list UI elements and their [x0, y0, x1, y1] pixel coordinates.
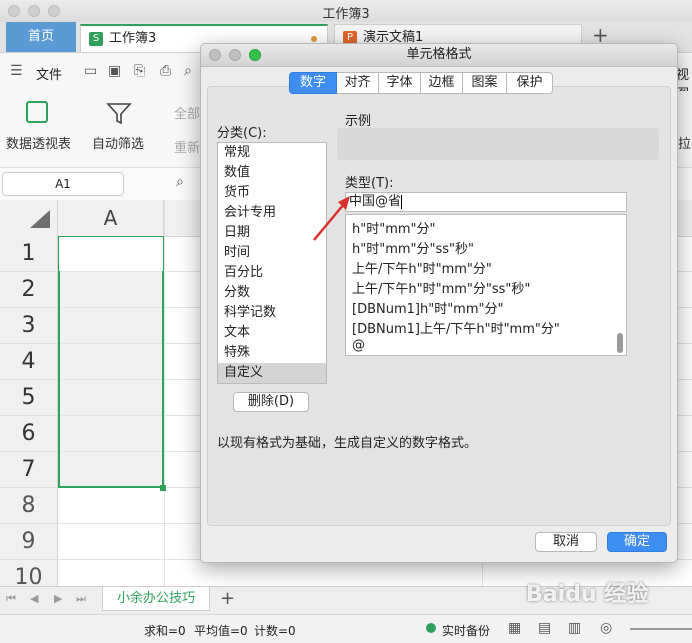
last-sheet-icon[interactable]: ⏭ [76, 592, 86, 606]
dialog-title: 单元格格式 [201, 44, 677, 67]
category-item[interactable]: 文本 [218, 323, 326, 343]
show-all-button[interactable]: 全部 [174, 103, 200, 122]
row-header[interactable]: 6 [0, 416, 58, 452]
dialog-close-icon[interactable] [209, 49, 221, 61]
dialog-tab[interactable]: 数字 [289, 72, 337, 94]
category-item[interactable]: 科学记数 [218, 303, 326, 323]
window-titlebar: 工作簿3 [0, 0, 692, 23]
type-label: 类型(T): [345, 176, 394, 191]
row-header[interactable]: 8 [0, 488, 58, 524]
type-list-scrollbar[interactable] [617, 333, 623, 353]
category-item[interactable]: 特殊 [218, 343, 326, 363]
format-cells-dialog: 单元格格式 数字 对齐 字体 边框 图案 保护 分类(C): 常规 数值 货币 会计专用 日期 时间… [200, 43, 678, 563]
sample-preview [337, 128, 659, 160]
export-icon[interactable]: ⎘ [134, 63, 145, 79]
unsaved-dot-icon [311, 36, 317, 42]
row-header[interactable]: 1 [0, 236, 58, 272]
normal-view-icon[interactable]: ▦ [508, 620, 521, 636]
status-bar: 求和=0 平均值=0 计数=0 实时备份 ▦ ▤ ▥ ◎ [0, 614, 692, 643]
hamburger-menu-icon[interactable]: ☰ [10, 63, 23, 79]
sheet-tab[interactable]: 小余办公技巧 [102, 587, 210, 611]
tab-workbook-label: 工作簿3 [109, 31, 157, 46]
preview-icon[interactable]: ⌕ [184, 63, 192, 79]
zoom-icon[interactable]: ⌕ [176, 174, 184, 190]
backup-status-icon [426, 623, 436, 633]
page-layout-icon[interactable]: ▤ [538, 620, 551, 636]
type-list-item[interactable]: [DBNum1]上午/下午h"时"mm"分" [352, 318, 560, 337]
selected-range[interactable] [58, 236, 164, 488]
select-all-corner[interactable] [0, 200, 58, 236]
prev-sheet-icon[interactable]: ◀ [30, 592, 38, 605]
row-header[interactable]: 2 [0, 272, 58, 308]
corner-triangle-icon [30, 210, 50, 228]
type-list-item[interactable]: [DBNum1]h"时"mm"分" [352, 298, 503, 317]
ok-button[interactable]: 确定 [607, 532, 667, 552]
annotation-arrow-icon [313, 196, 350, 241]
status-count: 计数=0 [254, 624, 296, 638]
category-item[interactable]: 分数 [218, 283, 326, 303]
tab-home[interactable]: 首页 [6, 22, 76, 52]
page-break-icon[interactable]: ▥ [568, 620, 581, 636]
row-header[interactable]: 5 [0, 380, 58, 416]
spreadsheet-icon: S [89, 32, 103, 46]
type-list-item[interactable]: h"时"mm"分"ss"秒" [352, 238, 474, 257]
status-sum: 求和=0 [144, 624, 186, 638]
dialog-tab[interactable]: 图案 [463, 72, 507, 94]
dialog-minimize-icon[interactable] [229, 49, 241, 61]
realtime-backup-button[interactable]: 实时备份 [442, 622, 490, 639]
category-item[interactable]: 常规 [218, 143, 326, 163]
type-list-item[interactable]: 上午/下午h"时"mm"分" [352, 258, 492, 277]
status-average: 平均值=0 [194, 624, 248, 638]
type-list-item[interactable]: h"时"mm"分" [352, 218, 436, 237]
type-list-item[interactable]: @ [352, 338, 365, 353]
name-box[interactable]: A1 [2, 172, 124, 196]
file-menu[interactable]: 文件 [36, 64, 62, 83]
baidu-watermark: Baidu 经验 [526, 582, 649, 607]
next-sheet-icon[interactable]: ▶ [54, 592, 62, 605]
category-item[interactable]: 数值 [218, 163, 326, 183]
print-icon[interactable]: ⎙ [160, 63, 171, 79]
grid-divider [164, 200, 165, 586]
add-sheet-button[interactable]: + [220, 588, 235, 609]
delete-button[interactable]: 删除(D) [233, 392, 309, 412]
auto-filter-button[interactable]: 自动筛选 [92, 133, 144, 152]
dialog-tab[interactable]: 字体 [379, 72, 421, 94]
type-input[interactable]: 中国@省 [345, 192, 627, 212]
type-list-item[interactable]: 上午/下午h"时"mm"分"ss"秒" [352, 278, 530, 297]
dialog-tab[interactable]: 对齐 [337, 72, 379, 94]
type-list[interactable]: h"时"mm"分" h"时"mm"分"ss"秒" 上午/下午h"时"mm"分" 上午/… [345, 214, 627, 356]
category-item[interactable]: 百分比 [218, 263, 326, 283]
pivot-table-icon[interactable] [26, 101, 48, 123]
category-item[interactable]: 时间 [218, 243, 326, 263]
row-header[interactable]: 4 [0, 344, 58, 380]
first-sheet-icon[interactable]: ⏮ [6, 592, 16, 606]
window-title: 工作簿3 [322, 7, 370, 22]
fill-handle[interactable] [160, 485, 166, 491]
category-list[interactable]: 常规 数值 货币 会计专用 日期 时间 百分比 分数 科学记数 文本 特殊 自定义 [217, 142, 327, 384]
sample-label: 示例 [345, 114, 372, 129]
dialog-tab[interactable]: 边框 [421, 72, 463, 94]
pivot-table-button[interactable]: 数据透视表 [6, 133, 71, 152]
reading-view-icon[interactable]: ◎ [600, 620, 612, 636]
row-header[interactable]: 9 [0, 524, 58, 560]
row-header[interactable]: 7 [0, 452, 58, 488]
category-item[interactable]: 自定义 [218, 363, 326, 383]
category-label: 分类(C): [217, 126, 267, 141]
dialog-tab[interactable]: 保护 [507, 72, 553, 94]
dropdown-button-partial[interactable]: 拉 [678, 133, 691, 152]
active-cell-a1[interactable] [59, 237, 163, 271]
dialog-zoom-icon[interactable] [249, 49, 261, 61]
column-header-a[interactable]: A [58, 200, 164, 236]
name-box-value: A1 [55, 177, 71, 191]
zoom-slider[interactable] [630, 628, 692, 630]
text-caret [401, 194, 403, 209]
format-description: 以现有格式为基础，生成自定义的数字格式。 [217, 436, 478, 451]
cancel-button[interactable]: 取消 [535, 532, 597, 552]
open-folder-icon[interactable]: ▭ [84, 63, 97, 79]
save-icon[interactable]: ▣ [108, 63, 121, 79]
filter-icon[interactable] [106, 101, 132, 125]
reapply-button[interactable]: 重新 [174, 137, 200, 156]
row-header[interactable]: 3 [0, 308, 58, 344]
